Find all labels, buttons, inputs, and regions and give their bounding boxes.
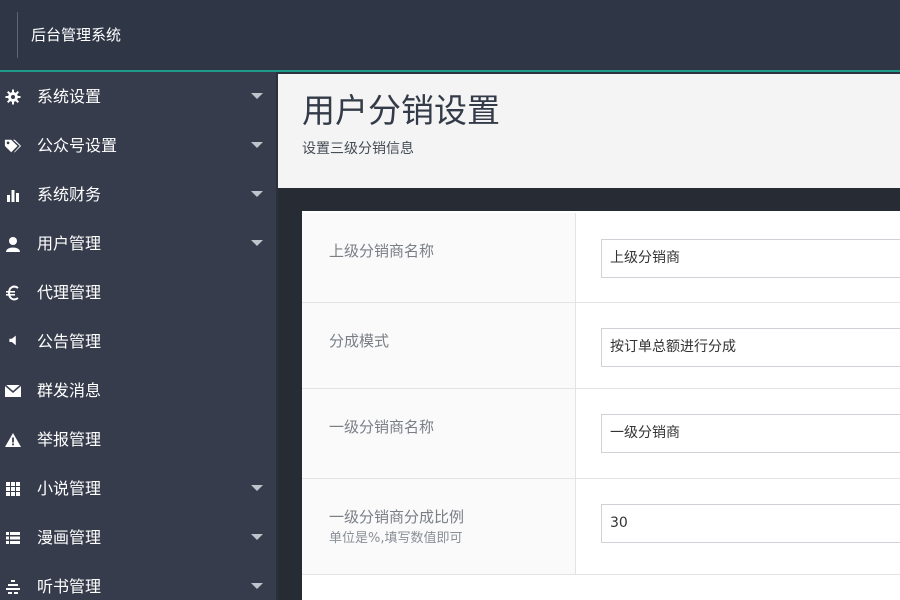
sidebar-item-label: 代理管理 xyxy=(37,282,102,302)
sidebar-item-label: 系统设置 xyxy=(37,86,102,106)
gear-icon xyxy=(4,88,22,106)
speaker-icon xyxy=(4,333,22,351)
field-label: 分成模式 xyxy=(329,332,390,350)
form-row-commission-mode: 分成模式 按订单总额进行分成 xyxy=(302,303,900,389)
field-label: 一级分销商名称 xyxy=(329,418,435,436)
user-icon xyxy=(4,235,22,253)
sidebar-item-label: 用户管理 xyxy=(37,233,102,253)
field-hint: 单位是%,填写数值即可 xyxy=(329,531,463,546)
brand-divider xyxy=(17,12,18,58)
level1-commission-ratio-input[interactable]: 30 xyxy=(601,504,900,543)
parent-distributor-name-input[interactable]: 上级分销商 xyxy=(601,239,900,278)
form-row-parent-distributor-name: 上级分销商名称 上级分销商 xyxy=(302,213,900,303)
sidebar-item-label: 群发消息 xyxy=(37,380,102,400)
field-label: 上级分销商名称 xyxy=(329,242,435,260)
envelope-icon xyxy=(4,382,22,400)
sidebar-item-novels[interactable]: 小说管理 xyxy=(0,464,277,513)
commission-mode-input[interactable]: 按订单总额进行分成 xyxy=(601,328,900,367)
chevron-down-icon xyxy=(251,534,263,540)
field-label: 一级分销商分成比例 xyxy=(329,508,465,526)
sidebar-item-label: 小说管理 xyxy=(37,478,102,498)
tag-icon xyxy=(4,137,22,155)
sidebar-item-label: 公众号设置 xyxy=(37,135,118,155)
sidebar-item-system-settings[interactable]: 系统设置 xyxy=(0,72,277,121)
chevron-down-icon xyxy=(251,93,263,99)
chevron-down-icon xyxy=(251,142,263,148)
equalizer-icon xyxy=(4,578,22,596)
top-header: 后台管理系统 xyxy=(0,0,900,72)
sidebar-item-audiobooks[interactable]: 听书管理 xyxy=(0,562,277,600)
grid-icon xyxy=(4,480,22,498)
sidebar-item-announcements[interactable]: 公告管理 xyxy=(0,317,277,366)
sidebar-item-mass-message[interactable]: 群发消息 xyxy=(0,366,277,415)
chevron-down-icon xyxy=(251,191,263,197)
chevron-down-icon xyxy=(251,485,263,491)
sidebar-item-label: 举报管理 xyxy=(37,429,102,449)
app-title[interactable]: 后台管理系统 xyxy=(31,25,121,45)
sidebar-item-label: 漫画管理 xyxy=(37,527,102,547)
chevron-down-icon xyxy=(251,583,263,589)
chevron-down-icon xyxy=(251,240,263,246)
sidebar-item-label: 听书管理 xyxy=(37,576,102,596)
sidebar-item-users[interactable]: 用户管理 xyxy=(0,219,277,268)
sidebar-item-reports[interactable]: 举报管理 xyxy=(0,415,277,464)
list-icon xyxy=(4,529,22,547)
bar-chart-icon xyxy=(4,186,22,204)
page-header: 用户分销设置 设置三级分销信息 xyxy=(278,74,900,188)
sidebar-item-agents[interactable]: 代理管理 xyxy=(0,268,277,317)
sidebar-item-label: 公告管理 xyxy=(37,331,102,351)
form-row-level1-distributor-name: 一级分销商名称 一级分销商 xyxy=(302,389,900,479)
page-title: 用户分销设置 xyxy=(302,91,500,130)
warning-icon xyxy=(4,431,22,449)
sidebar-item-comics[interactable]: 漫画管理 xyxy=(0,513,277,562)
sidebar-item-label: 系统财务 xyxy=(37,184,102,204)
sidebar-item-finance[interactable]: 系统财务 xyxy=(0,170,277,219)
sidebar: 系统设置 公众号设置 系统财务 用户管理 代理管理 公告管理 群发消息 举报管理… xyxy=(0,72,277,600)
sidebar-item-official-account[interactable]: 公众号设置 xyxy=(0,121,277,170)
page-subtitle: 设置三级分销信息 xyxy=(302,141,414,157)
euro-icon xyxy=(4,284,22,302)
level1-distributor-name-input[interactable]: 一级分销商 xyxy=(601,414,900,453)
form-row-level1-commission-ratio: 一级分销商分成比例 单位是%,填写数值即可 30 xyxy=(302,479,900,575)
